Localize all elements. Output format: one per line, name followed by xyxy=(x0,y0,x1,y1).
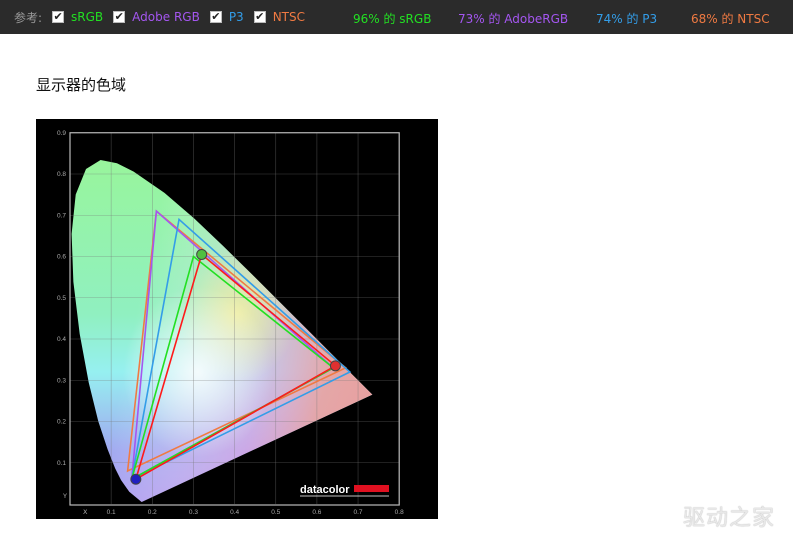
checkbox-label: P3 xyxy=(228,10,244,24)
y-tick-label: 0.9 xyxy=(57,130,66,137)
coverage-stat: 74% 的 P3 xyxy=(596,12,658,26)
y-tick-label: 0.3 xyxy=(57,377,66,384)
checkbox-box[interactable]: ✔ xyxy=(52,11,65,23)
x-tick-label: 0.3 xyxy=(189,509,198,516)
x-tick-label: 0.7 xyxy=(354,509,363,516)
x-tick-label: 0.2 xyxy=(148,509,157,516)
watermark: 驱动之家 xyxy=(683,506,776,531)
y-tick-label: 0.4 xyxy=(57,336,66,343)
checkbox-box[interactable]: ✔ xyxy=(253,11,266,23)
primary-marker xyxy=(130,473,142,485)
y-tick-label: 0.5 xyxy=(57,295,66,302)
x-tick-label: 0.4 xyxy=(230,509,239,516)
checkbox-label: sRGB xyxy=(71,10,104,24)
x-tick-label: 0.1 xyxy=(107,509,116,516)
checkbox-box[interactable]: ✔ xyxy=(113,11,126,23)
checkbox-adobe-rgb[interactable]: ✔ Adobe RGB xyxy=(113,10,200,24)
primary-marker xyxy=(196,248,208,260)
y-tick-label: 0.8 xyxy=(57,171,66,178)
y-tick-label: 0.2 xyxy=(57,419,66,426)
checkbox-ntsc[interactable]: ✔ NTSC xyxy=(253,10,305,24)
cie-gamut-chart: 0.1 0.2 0.3 0.4 0.5 0.6 0.7 0.8 0.1 0.2 0.3 0.4 0.5 0… xyxy=(36,119,438,519)
coverage-stat: 68% 的 NTSC xyxy=(691,12,770,26)
coverage-stat: 73% 的 AdobeRGB xyxy=(458,12,569,26)
x-tick-label: 0.8 xyxy=(395,509,404,516)
y-tick-label: 0.6 xyxy=(57,254,66,261)
coverage-stat: 96% 的 sRGB xyxy=(353,12,432,26)
datacolor-logo: datacolor xyxy=(300,484,350,496)
y-tick-label: 0.7 xyxy=(57,212,66,219)
logo-bar xyxy=(354,485,389,492)
x-tick-label: 0.6 xyxy=(312,509,321,516)
checkbox-label: Adobe RGB xyxy=(132,10,200,24)
y-tick-label: 0.1 xyxy=(57,460,66,467)
x-axis-label: X xyxy=(83,508,88,516)
checkbox-p3[interactable]: ✔ P3 xyxy=(209,10,244,24)
checkbox-srgb[interactable]: ✔ sRGB xyxy=(52,10,103,24)
x-tick-label: 0.5 xyxy=(271,509,280,516)
section-title: 显示器的色域 xyxy=(36,76,127,94)
y-axis-label: Y xyxy=(62,492,67,500)
checkbox-box[interactable]: ✔ xyxy=(209,11,222,23)
reference-label: 参考: xyxy=(14,10,43,25)
primary-marker xyxy=(329,360,341,372)
checkbox-label: NTSC xyxy=(272,10,305,24)
